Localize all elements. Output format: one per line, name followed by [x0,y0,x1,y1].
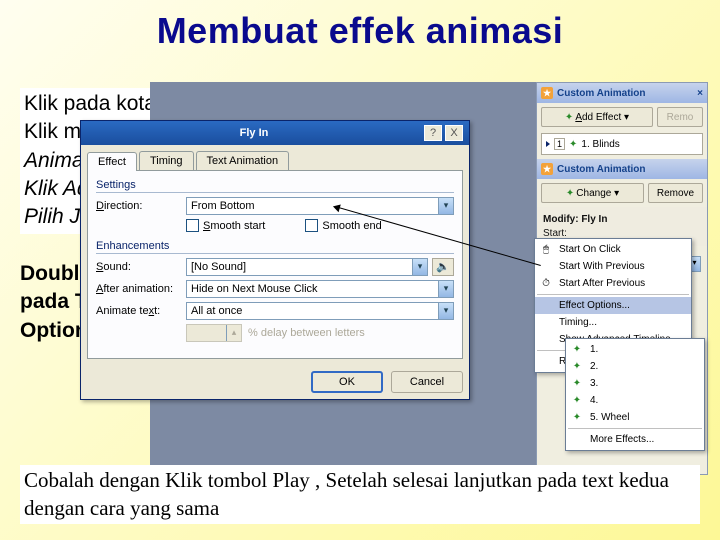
ok-button[interactable]: OK [311,371,383,393]
dialog-title-text: Fly In [87,127,421,139]
enhancements-group: Enhancements Sound: [No Sound]▾ 🔈 After … [96,240,454,342]
remove-button: Remo [657,107,703,127]
modify-title: Modify: Fly In [543,214,701,225]
tab-text-animation[interactable]: Text Animation [196,151,290,170]
animate-text-label: Animate text: [96,305,186,317]
remove-effect-button[interactable]: Remove [648,183,703,203]
item-label: 1. Blinds [581,139,619,150]
spinner-icon: ▴ [226,325,241,341]
smooth-end-label: Smooth end [322,220,381,232]
star-icon: ✦ [570,377,584,391]
pane-subheader: ★ Custom Animation [537,159,707,179]
enhancements-group-label: Enhancements [96,240,454,254]
star-icon: ✦ [565,112,573,123]
page-title: Membuat effek animasi [0,0,720,52]
delay-label: % delay between letters [248,327,365,339]
separator [568,428,702,429]
submenu-effect-4[interactable]: ✦4. [566,392,704,409]
star-icon: ✦ [570,360,584,374]
submenu-effect-1[interactable]: ✦1. [566,341,704,358]
dialog-tabs: Effect Timing Text Animation [81,145,469,170]
mouse-icon: 🖱 [539,243,553,257]
pane-subtitle: Custom Animation [557,164,646,175]
play-triangle-icon [546,141,550,147]
dialog-buttons: OK Cancel [81,365,469,399]
smooth-start-label: Smooth start [203,220,265,232]
chevron-down-icon: ▾ [438,303,453,319]
change-button[interactable]: ✦Change ▾ [541,183,644,203]
submenu-effect-wheel[interactable]: ✦5. Wheel [566,409,704,426]
menu-start-on-click[interactable]: 🖱Start On Click [535,241,691,258]
animation-list-item[interactable]: 1 ✦ 1. Blinds [541,133,703,155]
menu-start-with-previous[interactable]: Start With Previous [535,258,691,275]
sound-label: Sound: [96,261,186,273]
item-number: 1 [554,138,565,150]
dialog-titlebar[interactable]: Fly In ? X [81,121,469,145]
close-icon[interactable]: × [697,88,703,99]
chevron-down-icon: ▾ [412,259,427,275]
cancel-button[interactable]: Cancel [391,371,463,393]
submenu-effect-3[interactable]: ✦3. [566,375,704,392]
menu-timing[interactable]: Timing... [535,314,691,331]
help-button[interactable]: ? [424,125,442,141]
pane-header: ★ Custom Animation × [537,83,707,103]
animate-text-combo[interactable]: All at once▾ [186,302,454,320]
star-icon: ✦ [570,411,584,425]
clock-icon: ⏱ [539,277,553,291]
flyin-dialog: Fly In ? X Effect Timing Text Animation … [80,120,470,400]
delay-spinner: ▴ [186,324,242,342]
settings-group-label: Settings [96,179,454,193]
menu-start-after-previous[interactable]: ⏱Start After Previous [535,275,691,292]
direction-combo[interactable]: From Bottom▾ [186,197,454,215]
tab-effect[interactable]: Effect [87,152,137,171]
sound-combo[interactable]: [No Sound]▾ [186,258,428,276]
direction-label: Direction: [96,200,186,212]
after-animation-label: After animation: [96,283,186,295]
star-icon: ✦ [570,343,584,357]
after-animation-combo[interactable]: Hide on Next Mouse Click▾ [186,280,454,298]
speaker-icon[interactable]: 🔈 [432,258,454,276]
pane-title: Custom Animation [557,88,646,99]
add-effect-button[interactable]: ✦Add Effect ▾ [541,107,653,127]
chevron-down-icon: ▾ [438,198,453,214]
tab-panel-effect: Settings Direction: From Bottom▾ Smooth … [87,170,463,359]
tab-timing[interactable]: Timing [139,151,194,170]
separator [537,294,689,295]
effects-submenu: ✦1. ✦2. ✦3. ✦4. ✦5. Wheel More Effects..… [565,338,705,451]
submenu-more-effects[interactable]: More Effects... [566,431,704,448]
star-icon: ★ [541,163,553,175]
submenu-effect-2[interactable]: ✦2. [566,358,704,375]
chevron-down-icon: ▾ [438,281,453,297]
menu-effect-options[interactable]: Effect Options... [535,297,691,314]
smooth-end-checkbox[interactable] [305,219,318,232]
instructions-bottom: Cobalah dengan Klik tombol Play , Setela… [20,465,700,524]
close-button[interactable]: X [445,125,463,141]
smooth-start-checkbox[interactable] [186,219,199,232]
star-icon: ✦ [566,188,574,199]
star-icon: ✦ [570,394,584,408]
star-icon: ★ [541,87,553,99]
star-icon: ✦ [569,139,577,150]
